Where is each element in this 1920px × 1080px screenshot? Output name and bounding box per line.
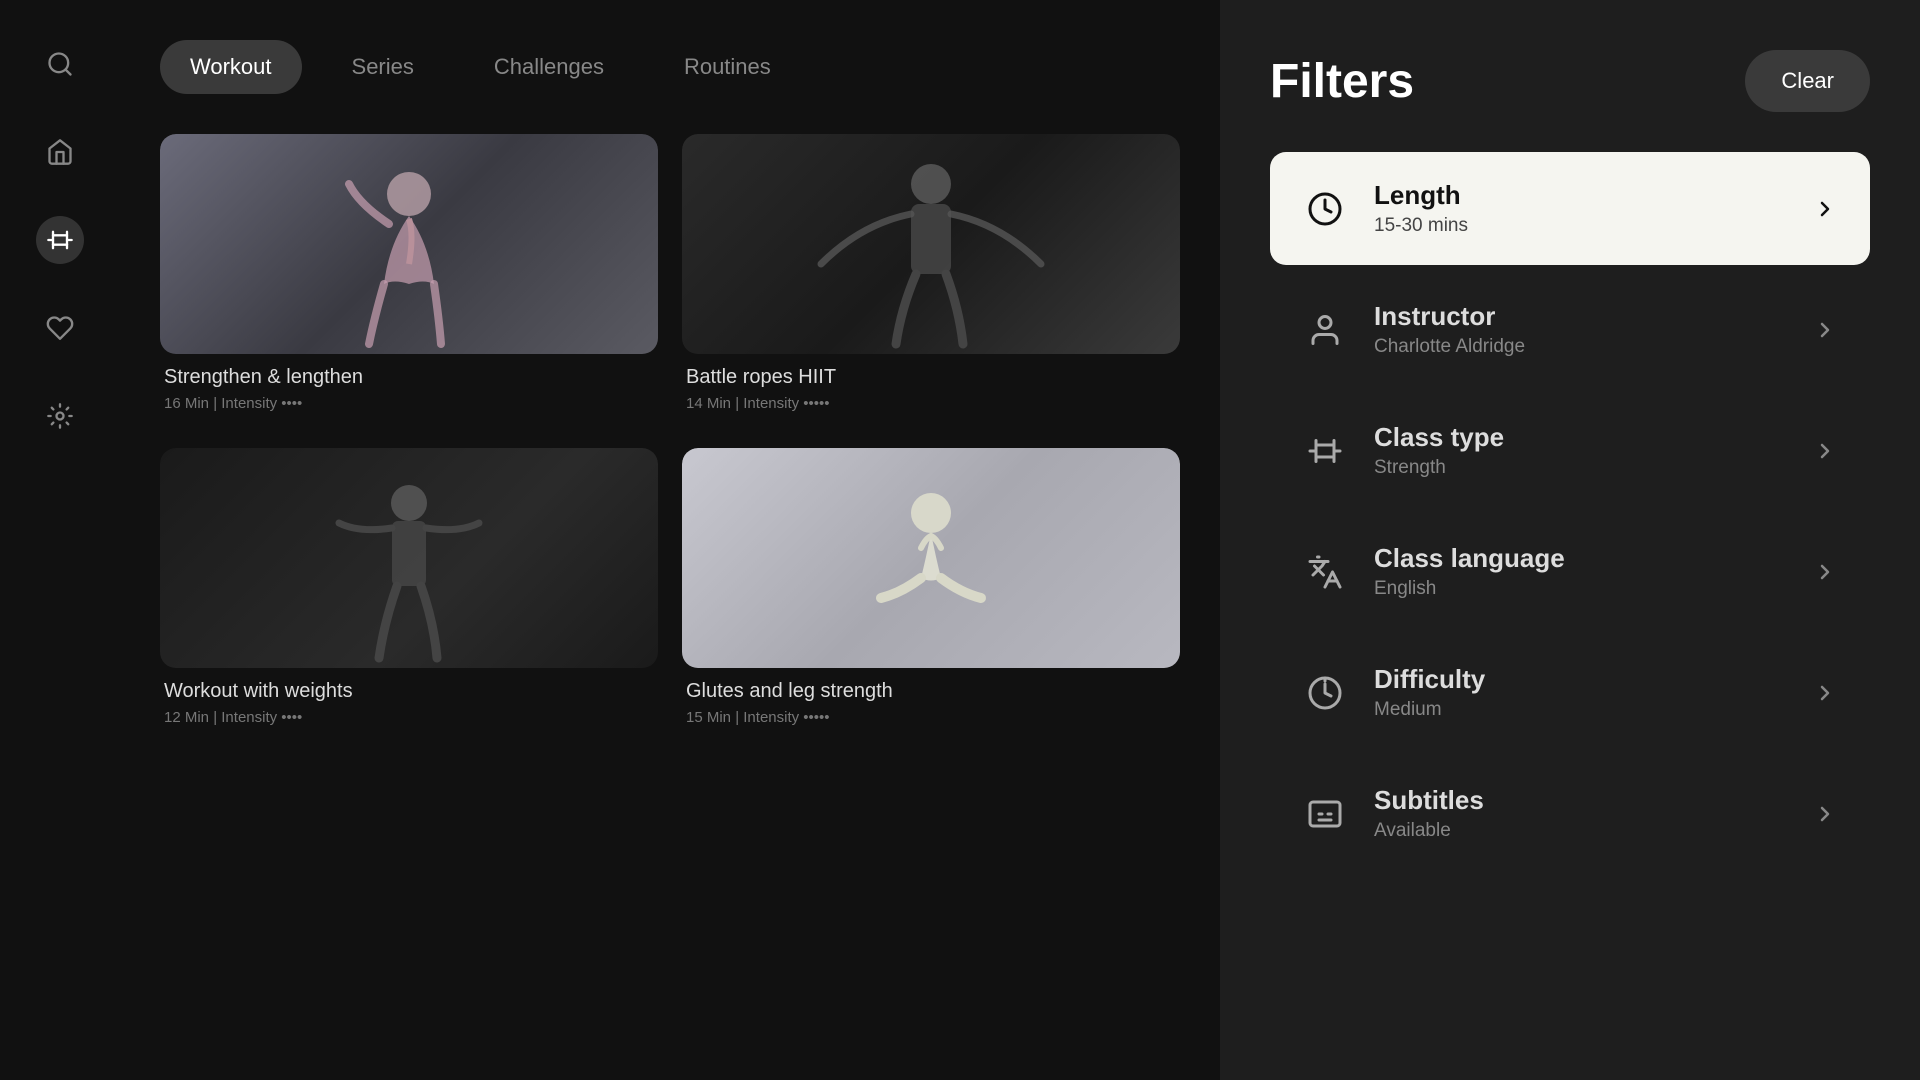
chevron-right-icon [1810,315,1840,345]
chevron-right-icon [1810,557,1840,587]
language-icon [1300,547,1350,597]
sidebar [0,0,120,1080]
filters-header: Filters Clear [1270,50,1870,112]
filter-label: Class type [1374,422,1810,453]
search-icon[interactable] [36,40,84,88]
workout-card[interactable]: Workout with weights 12 Min | Intensity … [160,448,658,738]
tab-challenges[interactable]: Challenges [464,40,634,94]
filter-text-length: Length 15-30 mins [1374,180,1810,237]
chevron-right-icon [1810,678,1840,708]
filter-text-subtitles: Subtitles Available [1374,785,1810,842]
card-title: Glutes and leg strength [686,680,1176,703]
filter-item-class-type[interactable]: Class type Strength [1270,394,1870,507]
filter-item-subtitles[interactable]: Subtitles Available [1270,757,1870,870]
card-meta: 12 Min | Intensity •••• [164,709,654,726]
workout-card[interactable]: Glutes and leg strength 15 Min | Intensi… [682,448,1180,738]
filter-label: Subtitles [1374,785,1810,816]
workout-icon[interactable] [36,216,84,264]
filter-value: Medium [1374,699,1810,721]
card-meta: 14 Min | Intensity ••••• [686,395,1176,412]
chevron-right-icon [1810,799,1840,829]
filter-value: Strength [1374,457,1810,479]
filter-text-difficulty: Difficulty Medium [1374,664,1810,721]
filter-text-class-language: Class language English [1374,543,1810,600]
card-title: Battle ropes HIIT [686,366,1176,389]
filter-label: Class language [1374,543,1810,574]
tab-routines[interactable]: Routines [654,40,801,94]
favorites-icon[interactable] [36,304,84,352]
card-title: Strengthen & lengthen [164,366,654,389]
filter-value: 15-30 mins [1374,215,1810,237]
filter-value: Charlotte Aldridge [1374,336,1810,358]
workout-card[interactable]: Battle ropes HIIT 14 Min | Intensity •••… [682,134,1180,424]
card-meta: 15 Min | Intensity ••••• [686,709,1176,726]
tab-series[interactable]: Series [322,40,444,94]
filter-value: English [1374,578,1810,600]
workout-card[interactable]: Strengthen & lengthen 16 Min | Intensity… [160,134,658,424]
difficulty-icon [1300,668,1350,718]
main-content: Workout Series Challenges Routines Stren… [120,0,1220,1080]
subtitles-icon [1300,789,1350,839]
chevron-right-icon [1810,194,1840,224]
filter-value: Available [1374,820,1810,842]
clock-icon [1300,184,1350,234]
chevron-right-icon [1810,436,1840,466]
filter-item-class-language[interactable]: Class language English [1270,515,1870,628]
clear-button[interactable]: Clear [1745,50,1870,112]
filter-text-instructor: Instructor Charlotte Aldridge [1374,301,1810,358]
workout-grid: Strengthen & lengthen 16 Min | Intensity… [160,134,1180,738]
filter-text-class-type: Class type Strength [1374,422,1810,479]
tab-workout[interactable]: Workout [160,40,302,94]
class-type-icon [1300,426,1350,476]
filters-panel: Filters Clear Length 15-30 mins [1220,0,1920,1080]
filters-title: Filters [1270,54,1414,109]
home-icon[interactable] [36,128,84,176]
settings-icon[interactable] [36,392,84,440]
filter-label: Length [1374,180,1810,211]
instructor-icon [1300,305,1350,355]
tab-bar: Workout Series Challenges Routines [160,40,1180,94]
card-title: Workout with weights [164,680,654,703]
filter-label: Difficulty [1374,664,1810,695]
filter-item-length[interactable]: Length 15-30 mins [1270,152,1870,265]
filter-label: Instructor [1374,301,1810,332]
filter-item-difficulty[interactable]: Difficulty Medium [1270,636,1870,749]
card-meta: 16 Min | Intensity •••• [164,395,654,412]
filter-item-instructor[interactable]: Instructor Charlotte Aldridge [1270,273,1870,386]
